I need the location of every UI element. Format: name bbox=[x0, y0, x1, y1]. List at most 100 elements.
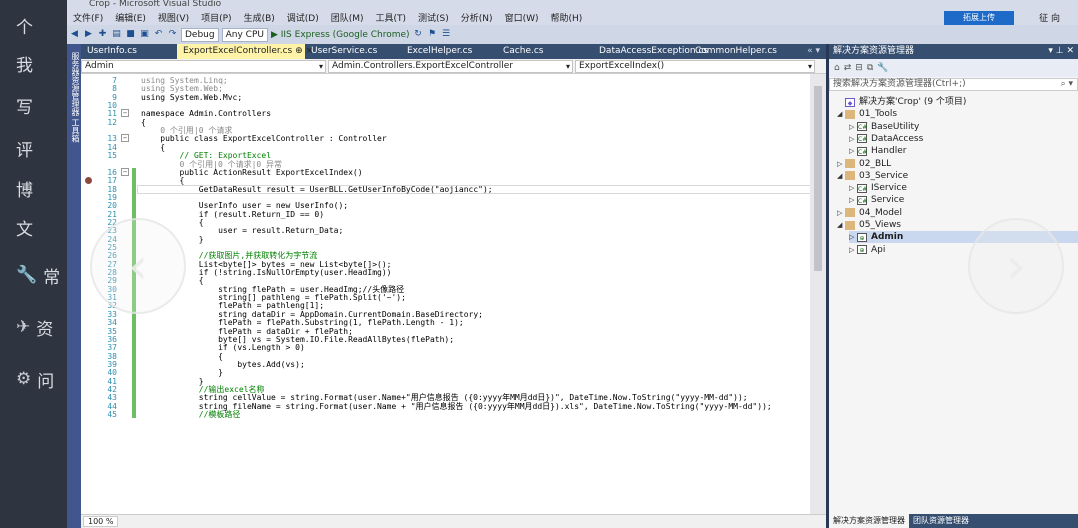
solution-toolbar: ⌂ ⇄ ⊟ ⧉ 🔧 bbox=[829, 59, 1078, 77]
expand-arrow-icon[interactable]: ▷ bbox=[849, 231, 857, 243]
open-icon[interactable]: ▤ bbox=[111, 29, 122, 40]
expand-arrow-icon[interactable]: ◢ bbox=[837, 219, 845, 231]
expand-arrow-icon[interactable]: ▷ bbox=[837, 158, 845, 170]
tree-node[interactable]: ◢ 01_Tools bbox=[837, 108, 897, 120]
save-all-icon[interactable]: ▣ bbox=[139, 29, 150, 40]
tree-node[interactable]: ◢ 05_Views bbox=[837, 219, 901, 231]
explorer-tab[interactable]: 团队资源管理器 bbox=[909, 514, 973, 528]
document-tab[interactable]: UserInfo.cs bbox=[81, 44, 177, 59]
sync-icon[interactable]: ⇄ bbox=[844, 63, 852, 73]
member-dropdown[interactable]: ExportExcelIndex() bbox=[575, 59, 815, 73]
document-tab[interactable]: CommonHelper.cs bbox=[689, 44, 785, 59]
tree-node-label: Api bbox=[871, 244, 886, 255]
expand-arrow-icon[interactable]: ▷ bbox=[849, 133, 857, 145]
tree-node-label: Handler bbox=[871, 146, 907, 157]
menu-item[interactable]: 视图(V) bbox=[152, 11, 195, 24]
expand-arrow-icon[interactable]: ▷ bbox=[837, 207, 845, 219]
tree-node[interactable]: ▷ C# DataAccess bbox=[849, 133, 923, 145]
refresh-icon[interactable]: ↻ bbox=[413, 29, 424, 40]
bookmark-icon[interactable]: ⚑ bbox=[427, 29, 438, 40]
properties-icon[interactable]: 🔧 bbox=[877, 63, 888, 73]
new-project-icon[interactable]: ✚ bbox=[97, 29, 108, 40]
explorer-tab[interactable]: 解决方案资源管理器 bbox=[829, 514, 909, 528]
search-icon[interactable]: ⌕ ▾ bbox=[1061, 79, 1077, 90]
tree-node[interactable]: ▷ C# Handler bbox=[849, 145, 906, 157]
back-icon[interactable]: ◀ bbox=[69, 29, 80, 40]
expand-arrow-icon[interactable]: ▷ bbox=[849, 121, 857, 133]
collapse-icon[interactable]: ⊟ bbox=[855, 63, 863, 73]
code-line: //模板路径 bbox=[141, 410, 241, 419]
tree-node-label: BaseUtility bbox=[871, 121, 920, 132]
overlay-item[interactable]: 🔧 常 bbox=[0, 250, 67, 300]
tree-node[interactable]: ▷ ⊕ Api bbox=[849, 244, 885, 256]
expand-arrow-icon[interactable]: ▷ bbox=[849, 182, 857, 194]
overlay-item[interactable]: 文 bbox=[0, 202, 67, 252]
project-icon: C# bbox=[857, 146, 868, 156]
share-button[interactable]: 拓展上传 bbox=[944, 11, 1014, 25]
next-arrow-icon[interactable]: › bbox=[968, 218, 1064, 314]
tree-node[interactable]: ◆ 解决方案'Crop' (9 个项目) bbox=[837, 96, 966, 108]
menu-item[interactable]: 生成(B) bbox=[238, 11, 281, 24]
scroll-thumb[interactable] bbox=[814, 86, 822, 271]
document-tab[interactable]: UserService.cs bbox=[305, 44, 401, 59]
server-explorer-strip[interactable]: 服务器资源管理器 工具箱 bbox=[67, 44, 81, 528]
solution-search-input[interactable]: 搜索解决方案资源管理器(Ctrl+;) bbox=[833, 79, 966, 90]
zoom-select[interactable]: 100 % bbox=[83, 516, 119, 527]
document-tab[interactable]: Cache.cs bbox=[497, 44, 593, 59]
tree-node[interactable]: ▷ C# IService bbox=[849, 182, 907, 194]
code-editor[interactable]: 7 using System.Linq; 8 using System.Web; 9 us… bbox=[81, 74, 826, 514]
overlay-item-label: 个 bbox=[16, 17, 33, 38]
platform-select[interactable]: Any CPU bbox=[221, 27, 268, 42]
expand-arrow-icon[interactable]: ◢ bbox=[837, 170, 845, 182]
tab-overflow-icon[interactable]: « ▾ bbox=[807, 44, 826, 59]
document-tab[interactable]: DataAccessException.cs bbox=[593, 44, 708, 59]
tree-node[interactable]: ▷ 02_BLL bbox=[837, 158, 891, 170]
menu-item[interactable]: 窗口(W) bbox=[499, 11, 545, 24]
forward-icon[interactable]: ▶ bbox=[83, 29, 94, 40]
run-button[interactable]: ▶ IIS Express (Google Chrome) bbox=[271, 30, 410, 40]
menu-item[interactable]: 编辑(E) bbox=[109, 11, 152, 24]
document-tab[interactable]: ExportExcelController.cs ⊕ × bbox=[177, 44, 313, 59]
overlay-item[interactable]: ✈ 资 bbox=[0, 302, 67, 352]
tree-node-label: Admin bbox=[871, 232, 904, 243]
menu-item[interactable]: 项目(P) bbox=[195, 11, 237, 24]
expand-arrow-icon[interactable]: ▷ bbox=[849, 194, 857, 206]
expand-arrow-icon[interactable]: ◢ bbox=[837, 108, 845, 120]
undo-icon[interactable]: ↶ bbox=[153, 29, 164, 40]
menu-item[interactable]: 分析(N) bbox=[455, 11, 499, 24]
document-tab[interactable]: ExcelHelper.cs bbox=[401, 44, 497, 59]
fold-toggle-icon[interactable]: − bbox=[121, 109, 129, 118]
tree-node[interactable]: ▷ C# Service bbox=[849, 194, 904, 206]
overlay-item-label: 我 bbox=[16, 55, 33, 76]
code-line: GetDataResult result = UserBLL.GetUserIn… bbox=[141, 184, 493, 194]
project-dropdown[interactable]: Admin bbox=[81, 59, 326, 73]
expand-arrow-icon[interactable]: ▷ bbox=[849, 145, 857, 157]
config-select[interactable]: Debug bbox=[181, 27, 219, 42]
tree-node-label: 05_Views bbox=[859, 220, 901, 230]
sign-in-link[interactable]: 征 向 bbox=[1039, 11, 1060, 24]
menu-item[interactable]: 调试(D) bbox=[281, 11, 325, 24]
menu-item[interactable]: 帮助(H) bbox=[544, 11, 588, 24]
pin-icon[interactable]: ▾ ⊥ ✕ bbox=[1048, 44, 1078, 59]
show-all-icon[interactable]: ⧉ bbox=[867, 63, 873, 73]
menu-item[interactable]: 文件(F) bbox=[67, 11, 109, 24]
home-icon[interactable]: ⌂ bbox=[834, 63, 840, 73]
fold-toggle-icon[interactable]: − bbox=[121, 134, 129, 143]
fold-toggle-icon[interactable]: − bbox=[121, 167, 129, 176]
tree-node[interactable]: ◢ 03_Service bbox=[837, 170, 908, 182]
window-title: Crop - Microsoft Visual Studio bbox=[67, 0, 1078, 10]
tree-node[interactable]: ▷ C# BaseUtility bbox=[849, 121, 919, 133]
overlay-item[interactable]: ⚙ 问 bbox=[0, 354, 67, 404]
expand-arrow-icon[interactable]: ▷ bbox=[849, 244, 857, 256]
menu-item[interactable]: 团队(M) bbox=[325, 11, 370, 24]
class-dropdown[interactable]: Admin.Controllers.ExportExcelController bbox=[328, 59, 573, 73]
menu-item[interactable]: 测试(S) bbox=[412, 11, 455, 24]
editor-scrollbar[interactable] bbox=[810, 74, 826, 514]
prev-arrow-icon[interactable]: ‹ bbox=[90, 218, 186, 314]
menu-item[interactable]: 工具(T) bbox=[370, 11, 413, 24]
save-icon[interactable]: ■ bbox=[125, 29, 136, 40]
tree-node[interactable]: ▷ 04_Model bbox=[837, 207, 902, 219]
comment-icon[interactable]: ☰ bbox=[441, 29, 452, 40]
tree-node-label: DataAccess bbox=[871, 133, 924, 144]
redo-icon[interactable]: ↷ bbox=[167, 29, 178, 40]
